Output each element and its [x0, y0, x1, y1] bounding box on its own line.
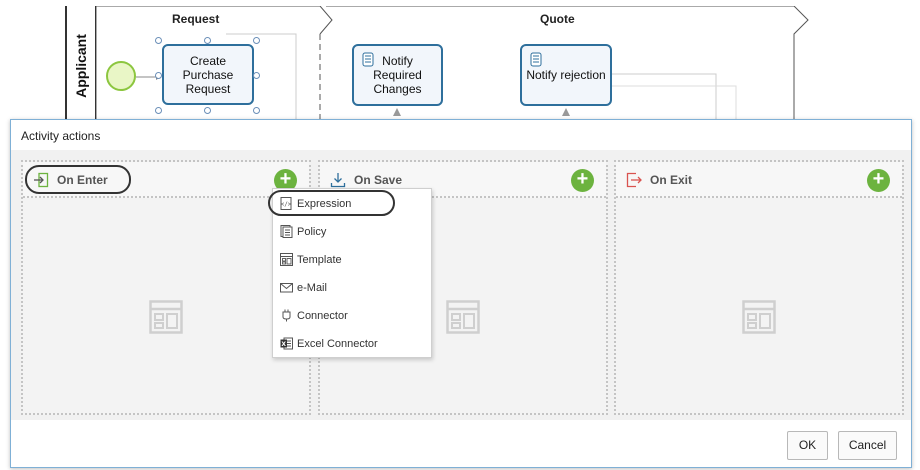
policy-icon	[280, 225, 293, 238]
add-action-menu: </> Expression Policy Template e-Mail Co…	[272, 188, 432, 358]
email-icon	[280, 283, 293, 293]
menu-item-connector[interactable]: Connector	[273, 302, 431, 330]
task-notify-rejection[interactable]: Notify rejection	[520, 44, 612, 106]
dialog-title: Activity actions	[21, 129, 101, 143]
ok-button[interactable]: OK	[787, 431, 828, 460]
selection-handle[interactable]	[204, 107, 211, 114]
task-notify-required-changes[interactable]: Notify Required Changes	[352, 44, 443, 106]
panel-header: On Exit +	[616, 162, 902, 198]
task-label: Create Purchase Request	[182, 53, 234, 96]
lane-header[interactable]: Applicant	[66, 6, 96, 125]
process-diagram: Applicant Request Quote Create Purchase …	[0, 0, 920, 125]
menu-item-expression[interactable]: </> Expression	[273, 190, 431, 218]
task-label: Notify rejection	[526, 68, 606, 82]
excel-icon: X	[280, 337, 293, 350]
phase-title-quote[interactable]: Quote	[540, 12, 575, 26]
menu-item-label: Policy	[297, 226, 327, 238]
activity-actions-dialog: Activity actions On Enter + On Save + On…	[10, 119, 912, 468]
save-icon	[330, 173, 346, 188]
menu-item-label: e-Mail	[297, 282, 327, 294]
empty-template-icon	[446, 300, 480, 334]
cancel-button[interactable]: Cancel	[838, 431, 897, 460]
svg-text:</>: </>	[281, 201, 292, 208]
panel-on-exit: On Exit +	[614, 160, 904, 415]
menu-item-label: Template	[297, 254, 342, 266]
task-create-purchase-request[interactable]: Create Purchase Request	[162, 44, 254, 105]
exit-icon	[626, 172, 642, 188]
start-event[interactable]	[106, 61, 136, 91]
connector-icon	[282, 309, 291, 322]
add-action-button[interactable]: +	[571, 169, 594, 192]
panel-label: On Exit	[650, 173, 693, 187]
svg-text:X: X	[281, 341, 286, 348]
menu-item-email[interactable]: e-Mail	[273, 274, 431, 302]
panel-label: On Save	[354, 173, 403, 187]
menu-item-excel-connector[interactable]: X Excel Connector	[273, 330, 431, 358]
menu-item-label: Connector	[297, 310, 348, 322]
panel-on-enter: On Enter +	[21, 160, 311, 415]
menu-item-policy[interactable]: Policy	[273, 218, 431, 246]
selection-handle[interactable]	[155, 107, 162, 114]
selection-handle[interactable]	[253, 72, 260, 79]
expression-icon: </>	[280, 197, 292, 210]
lane-label: Applicant	[73, 33, 89, 98]
selection-handle[interactable]	[155, 72, 162, 79]
selection-handle[interactable]	[155, 37, 162, 44]
script-task-icon	[530, 52, 542, 67]
add-action-button[interactable]: +	[867, 169, 890, 192]
template-icon	[280, 253, 293, 266]
phase-title-request[interactable]: Request	[172, 12, 219, 26]
empty-template-icon	[149, 300, 183, 334]
pool-border	[0, 6, 66, 125]
empty-template-icon	[742, 300, 776, 334]
enter-icon	[34, 172, 49, 188]
panel-label: On Enter	[57, 173, 108, 187]
menu-item-label: Excel Connector	[297, 338, 378, 350]
menu-item-template[interactable]: Template	[273, 246, 431, 274]
selection-handle[interactable]	[204, 37, 211, 44]
selection-handle[interactable]	[253, 107, 260, 114]
panel-header: On Enter +	[23, 162, 309, 198]
selection-handle[interactable]	[253, 37, 260, 44]
script-task-icon	[362, 52, 374, 67]
menu-item-label: Expression	[297, 198, 352, 210]
